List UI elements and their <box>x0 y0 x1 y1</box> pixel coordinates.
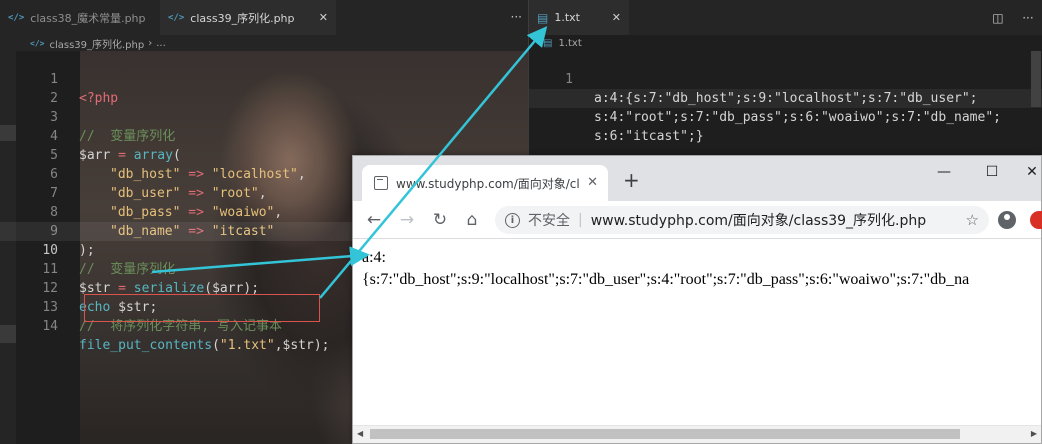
code-punct: ,$str); <box>274 338 330 353</box>
page-output-line: a:4: <box>362 249 386 266</box>
breadcrumb-tail[interactable]: ... <box>156 38 166 49</box>
code-line: 2 <box>0 70 528 106</box>
code-text: file_put_contents("1.txt",$str); <box>79 336 329 355</box>
scrollbar-thumb[interactable] <box>1031 51 1041 107</box>
info-icon[interactable]: i <box>505 212 520 228</box>
code-punct: ( <box>212 338 220 353</box>
omnibox-separator: | <box>578 212 583 228</box>
browser-tab-title: www.studyphp.com/面向对象/cl <box>396 176 580 191</box>
breadcrumb-file[interactable]: 1.txt <box>558 38 581 49</box>
code-line-wrapped: s:4:"root";s:7:"db_pass";s:6:"woaiwo";s:… <box>529 70 1042 125</box>
left-tab-bar: </> class38_魔术常量.php </> class39_序列化.php… <box>0 0 528 35</box>
tab-class39[interactable]: </> class39_序列化.php ✕ <box>160 0 336 35</box>
close-icon[interactable]: ✕ <box>612 11 621 24</box>
back-icon[interactable]: ← <box>363 209 385 231</box>
page-content: a:4: {s:7:"db_host";s:9:"localhost";s:7:… <box>353 239 1041 419</box>
browser-toolbar: ← → ↻ ⌂ i 不安全 | www.studyphp.com/面向对象/cl… <box>353 201 1042 239</box>
code-function: file_put_contents <box>79 338 213 353</box>
close-tab-icon[interactable]: ✕ <box>587 175 598 190</box>
php-icon: </> <box>168 12 185 23</box>
breadcrumb-file[interactable]: class39_序列化.php <box>49 36 144 51</box>
close-icon[interactable]: ✕ <box>319 11 328 24</box>
bookmark-star-icon[interactable]: ☆ <box>966 211 979 229</box>
security-status[interactable]: 不安全 <box>528 210 570 230</box>
extension-icon[interactable] <box>1030 211 1042 229</box>
reload-icon[interactable]: ↻ <box>429 209 451 231</box>
code-line: 5 "db_host" => "localhost", <box>0 127 528 182</box>
editor-actions: ◫ ··· <box>983 0 1042 35</box>
minimize-button[interactable]: — <box>921 156 967 188</box>
page-output-line: {s:7:"db_host";s:9:"localhost";s:7:"db_u… <box>362 271 970 288</box>
address-bar[interactable]: i 不安全 | www.studyphp.com/面向对象/class39_序列… <box>495 206 989 234</box>
scroll-left-icon[interactable]: ◀ <box>357 429 363 438</box>
right-tab-bar: ▤ 1.txt ✕ ◫ ··· <box>529 0 1042 35</box>
code-line-current: s:6:"itcast";} <box>529 89 1042 144</box>
browser-tab[interactable]: www.studyphp.com/面向对象/cl ✕ <box>362 165 608 201</box>
tab-label: class39_序列化.php <box>190 11 295 25</box>
php-icon: </> <box>8 12 25 23</box>
code-string: "1.txt" <box>219 338 275 353</box>
code-text: s:4:"root";s:7:"db_pass";s:6:"woaiwo";s:… <box>594 110 1001 125</box>
breadcrumb-separator: › <box>148 37 153 49</box>
tab-1-txt[interactable]: ▤ 1.txt ✕ <box>529 0 629 35</box>
profile-avatar-icon[interactable] <box>998 211 1016 229</box>
file-text-icon: ▤ <box>537 10 549 25</box>
code-line: 3 // 变量序列化 <box>0 89 528 144</box>
breadcrumb: ▤ 1.txt <box>529 35 1042 51</box>
scroll-right-icon[interactable]: ▶ <box>1031 429 1037 438</box>
code-line: 4 $arr = array( <box>0 108 528 163</box>
close-window-button[interactable]: ✕ <box>1009 156 1042 188</box>
page-favicon-icon <box>374 176 388 190</box>
home-icon[interactable]: ⌂ <box>461 209 483 231</box>
php-icon: </> <box>30 38 45 48</box>
tab-label: 1.txt <box>554 11 580 24</box>
annotation-box <box>84 294 320 322</box>
forward-icon[interactable]: → <box>396 209 418 231</box>
tab-label: class38_魔术常量.php <box>30 11 146 25</box>
code-line: 1 <?php <box>0 51 528 106</box>
url-text[interactable]: www.studyphp.com/面向对象/class39_序列化.php <box>591 210 926 230</box>
file-text-icon: ▤ <box>543 37 553 49</box>
scrollbar-thumb[interactable] <box>370 429 960 439</box>
split-editor-icon[interactable]: ◫ <box>992 11 1003 25</box>
breadcrumb: </> class39_序列化.php › ... <box>0 35 528 51</box>
line-number: 14 <box>42 319 58 334</box>
browser-titlebar: www.studyphp.com/面向对象/cl ✕ + — ☐ ✕ <box>353 156 1041 201</box>
new-tab-button[interactable]: + <box>623 170 640 190</box>
code-text: s:6:"itcast";} <box>594 129 704 144</box>
horizontal-scrollbar[interactable]: ◀ ▶ <box>353 425 1041 443</box>
tab-class38[interactable]: </> class38_魔术常量.php <box>0 0 160 35</box>
browser-window: www.studyphp.com/面向对象/cl ✕ + — ☐ ✕ ← → ↻… <box>352 155 1042 444</box>
code-line: 1 a:4:{s:7:"db_host";s:9:"localhost";s:7… <box>529 51 1042 106</box>
more-actions-button[interactable]: ··· <box>511 10 522 24</box>
more-icon[interactable]: ··· <box>1022 11 1033 25</box>
